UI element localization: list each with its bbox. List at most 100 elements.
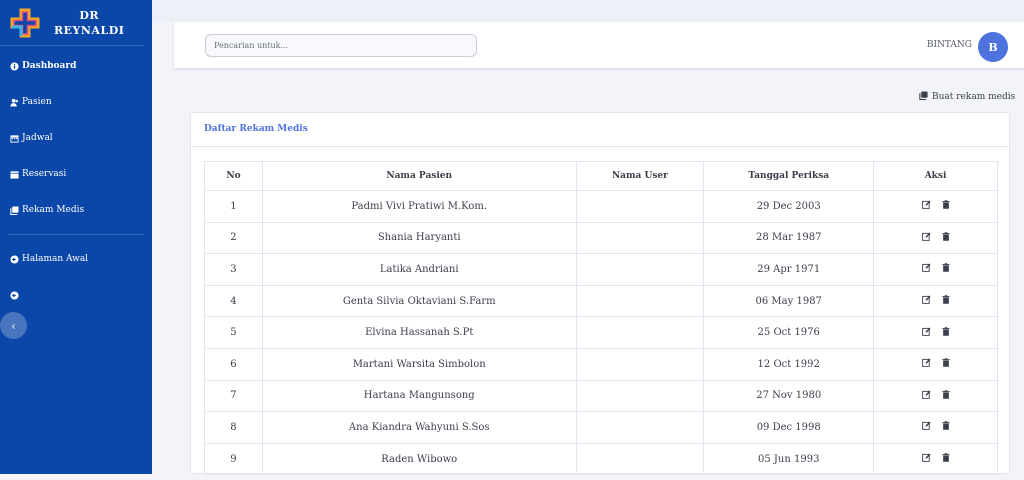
cell-nama-user [575,379,705,413]
table-row: 3 Latika Andriani 29 Apr 1971 [204,253,998,286]
cell-nama-pasien: Martani Warsita Simbolon [261,347,577,381]
clipboard-icon [10,205,19,215]
cell-no: 2 [204,221,263,255]
table-row: 1 Padmi Vivi Pratiwi M.Kom. 29 Dec 2003 [204,190,998,223]
cell-nama-pasien: Latika Andriani [261,253,577,286]
cell-aksi [873,190,998,223]
trash-icon[interactable] [942,263,950,275]
cell-aksi [873,347,998,381]
trash-icon[interactable] [942,390,950,402]
table-row: 9 Raden Wibowo 05 Jun 1993 [204,442,998,476]
calendar-check-icon [10,170,19,179]
trash-icon[interactable] [942,200,950,212]
cell-nama-user [575,411,705,444]
edit-icon[interactable] [921,358,931,370]
cell-nama-pasien: Shania Haryanti [261,221,577,255]
sidebar-item-pasien[interactable]: Pasien [0,84,152,120]
edit-icon[interactable] [921,232,931,244]
sidebar-item-jadwal[interactable]: Jadwal [0,120,152,156]
sidebar-item-label: Rekam Medis [22,205,85,215]
cell-tanggal-periksa: 12 Oct 1992 [703,347,875,381]
cell-no: 8 [204,411,263,444]
sidebar-collapse-button[interactable]: ‹ [0,312,27,339]
medical-records-table: No Nama Pasien Nama User Tanggal Periksa… [204,161,998,476]
users-icon [10,98,19,107]
edit-icon[interactable] [921,421,931,433]
cell-nama-user [575,316,705,349]
cell-no: 3 [204,253,263,286]
cell-aksi [873,411,998,444]
sidebar-item-label: Dashboard [22,61,77,71]
sidebar-item-reservasi[interactable]: Reservasi [0,156,152,192]
edit-icon[interactable] [921,390,931,402]
avatar[interactable]: B [978,32,1008,62]
edit-icon[interactable] [921,295,931,307]
card-title: Daftar Rekam Medis [204,124,308,134]
table-header-row: No Nama Pasien Nama User Tanggal Periksa… [204,161,998,191]
sidebar-item-rekam-medis[interactable]: Rekam Medis [0,192,152,228]
medical-records-card: Daftar Rekam Medis No Nama Pasien Nama U… [190,112,1010,476]
sidebar-item-halaman-awal[interactable]: Halaman Awal [0,241,152,277]
clipboard-icon [919,91,928,103]
cell-no: 1 [204,190,263,223]
cell-no: 6 [204,347,263,381]
card-divider [191,146,1009,147]
edit-icon[interactable] [921,200,931,212]
cell-nama-pasien: Hartana Mangunsong [261,379,577,413]
cell-nama-pasien: Elvina Hassanah S.Pt [261,316,577,349]
calendar-icon [10,134,19,143]
cell-nama-pasien: Ana Kiandra Wahyuni S.Sos [261,411,577,444]
brand-line2: REYNALDI [54,23,125,37]
table-row: 5 Elvina Hassanah S.Pt 25 Oct 1976 [204,316,998,349]
arrow-circle-icon [10,290,19,300]
table-row: 8 Ana Kiandra Wahyuni S.Sos 09 Dec 1998 [204,411,998,444]
cell-aksi [873,379,998,413]
cell-no: 9 [204,442,263,476]
trash-icon[interactable] [942,358,950,370]
cell-aksi [873,442,998,476]
brand[interactable]: DR REYNALDI [0,0,144,46]
cell-tanggal-periksa: 06 May 1987 [703,284,875,318]
sidebar: DR REYNALDI Dashboard Pasien Jadwal Rese… [0,0,152,474]
sidebar-item-logout[interactable] [0,277,152,313]
sidebar-divider [8,234,144,235]
sidebar-item-label: Jadwal [22,133,53,143]
cell-nama-user [575,347,705,381]
cell-tanggal-periksa: 29 Apr 1971 [703,253,875,286]
cell-nama-pasien: Padmi Vivi Pratiwi M.Kom. [261,190,577,223]
table-row: 4 Genta Silvia Oktaviani S.Farm 06 May 1… [204,284,998,318]
create-label: Buat rekam medis [932,92,1016,102]
trash-icon[interactable] [942,326,950,339]
cell-aksi [873,284,998,318]
user-name[interactable]: BINTANG [927,40,972,50]
edit-icon[interactable] [921,263,931,275]
search-input[interactable]: Pencarian untuk... [205,34,477,57]
sidebar-item-dashboard[interactable]: Dashboard [0,48,152,84]
edit-icon[interactable] [921,327,931,339]
cell-nama-pasien: Genta Silvia Oktaviani S.Farm [261,284,577,318]
cell-no: 5 [204,316,263,349]
cell-no: 7 [204,379,263,413]
topbar: Pencarian untuk... BINTANG B [174,22,1024,68]
cell-tanggal-periksa: 27 Nov 1980 [703,379,875,413]
chevron-left-icon: ‹ [11,318,16,333]
cell-aksi [873,316,998,349]
trash-icon[interactable] [942,453,950,465]
header-no: No [204,161,263,191]
sidebar-item-label: Halaman Awal [22,254,89,264]
cell-nama-user [575,253,705,286]
brand-line1: DR [79,8,100,22]
create-medical-record-button[interactable]: Buat rekam medis [919,91,1015,103]
cell-nama-user [575,442,705,476]
cell-tanggal-periksa: 25 Oct 1976 [703,316,875,349]
cell-aksi [873,221,998,255]
cell-no: 4 [204,284,263,318]
cell-nama-user [575,284,705,318]
cell-tanggal-periksa: 05 Jun 1993 [703,442,875,476]
trash-icon[interactable] [942,421,950,433]
cell-tanggal-periksa: 09 Dec 1998 [703,411,875,444]
edit-icon[interactable] [921,453,931,465]
trash-icon[interactable] [942,295,950,307]
medical-cross-logo-icon [10,8,40,38]
trash-icon[interactable] [942,232,950,244]
